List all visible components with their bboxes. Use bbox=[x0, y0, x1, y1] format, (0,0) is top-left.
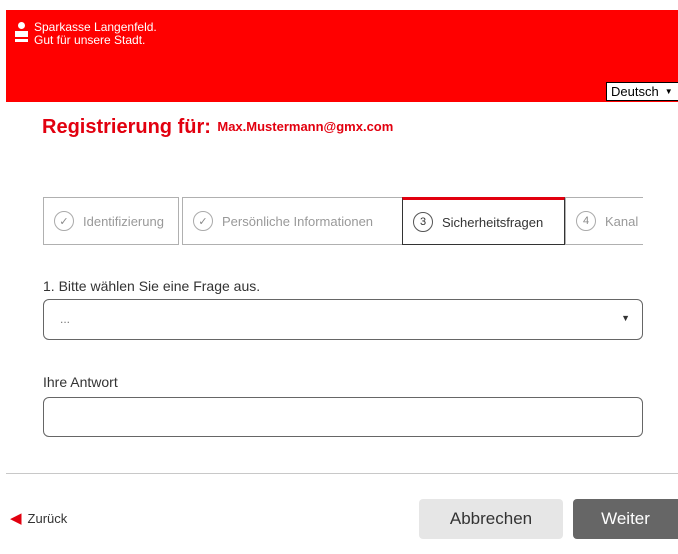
registration-email: Max.Mustermann@gmx.com bbox=[217, 119, 394, 134]
step-security-questions[interactable]: 3 Sicherheitsfragen bbox=[402, 197, 565, 245]
sparkasse-logo-icon bbox=[15, 22, 28, 42]
step-label: Sicherheitsfragen bbox=[442, 214, 544, 230]
step-number: 3 bbox=[413, 212, 433, 232]
step-channel[interactable]: 4 Kanal bbox=[565, 197, 643, 245]
back-label: Zurück bbox=[27, 511, 68, 526]
step-label: Identifizierung bbox=[83, 213, 164, 229]
brand-slogan: Gut für unsere Stadt. bbox=[34, 33, 146, 47]
question-label: 1. Bitte wählen Sie eine Frage aus. bbox=[43, 278, 261, 294]
question-value: ... bbox=[60, 312, 71, 326]
chevron-down-icon: ▼ bbox=[664, 87, 673, 96]
check-icon: ✓ bbox=[193, 211, 213, 231]
step-label: Persönliche Informationen bbox=[222, 213, 374, 229]
header-banner: Sparkasse Langenfeld. Gut für unsere Sta… bbox=[6, 10, 678, 102]
divider bbox=[6, 473, 678, 474]
registration-label: Registrierung für: bbox=[42, 116, 211, 138]
brand-text: Sparkasse Langenfeld. Gut für unsere Sta… bbox=[34, 21, 157, 47]
language-value: Deutsch bbox=[611, 84, 659, 99]
check-icon: ✓ bbox=[54, 211, 74, 231]
chevron-down-icon: ▼ bbox=[621, 313, 630, 323]
page-title: Registrierung für: Max.Mustermann@gmx.co… bbox=[42, 116, 393, 139]
back-link[interactable]: ◀ Zurück bbox=[10, 511, 67, 526]
next-button[interactable]: Weiter bbox=[573, 499, 678, 539]
answer-input[interactable] bbox=[43, 397, 643, 437]
step-personal-information[interactable]: ✓ Persönliche Informationen bbox=[182, 197, 403, 245]
cancel-button[interactable]: Abbrechen bbox=[419, 499, 563, 539]
step-number: 4 bbox=[576, 211, 596, 231]
step-identification[interactable]: ✓ Identifizierung bbox=[43, 197, 179, 245]
answer-label: Ihre Antwort bbox=[43, 374, 118, 390]
language-select[interactable]: Deutsch ▼ bbox=[606, 82, 678, 101]
step-label: Kanal bbox=[605, 213, 639, 229]
brand[interactable]: Sparkasse Langenfeld. Gut für unsere Sta… bbox=[15, 21, 157, 47]
arrow-left-icon: ◀ bbox=[10, 510, 22, 527]
security-question-select[interactable]: ... ▼ bbox=[43, 299, 643, 340]
